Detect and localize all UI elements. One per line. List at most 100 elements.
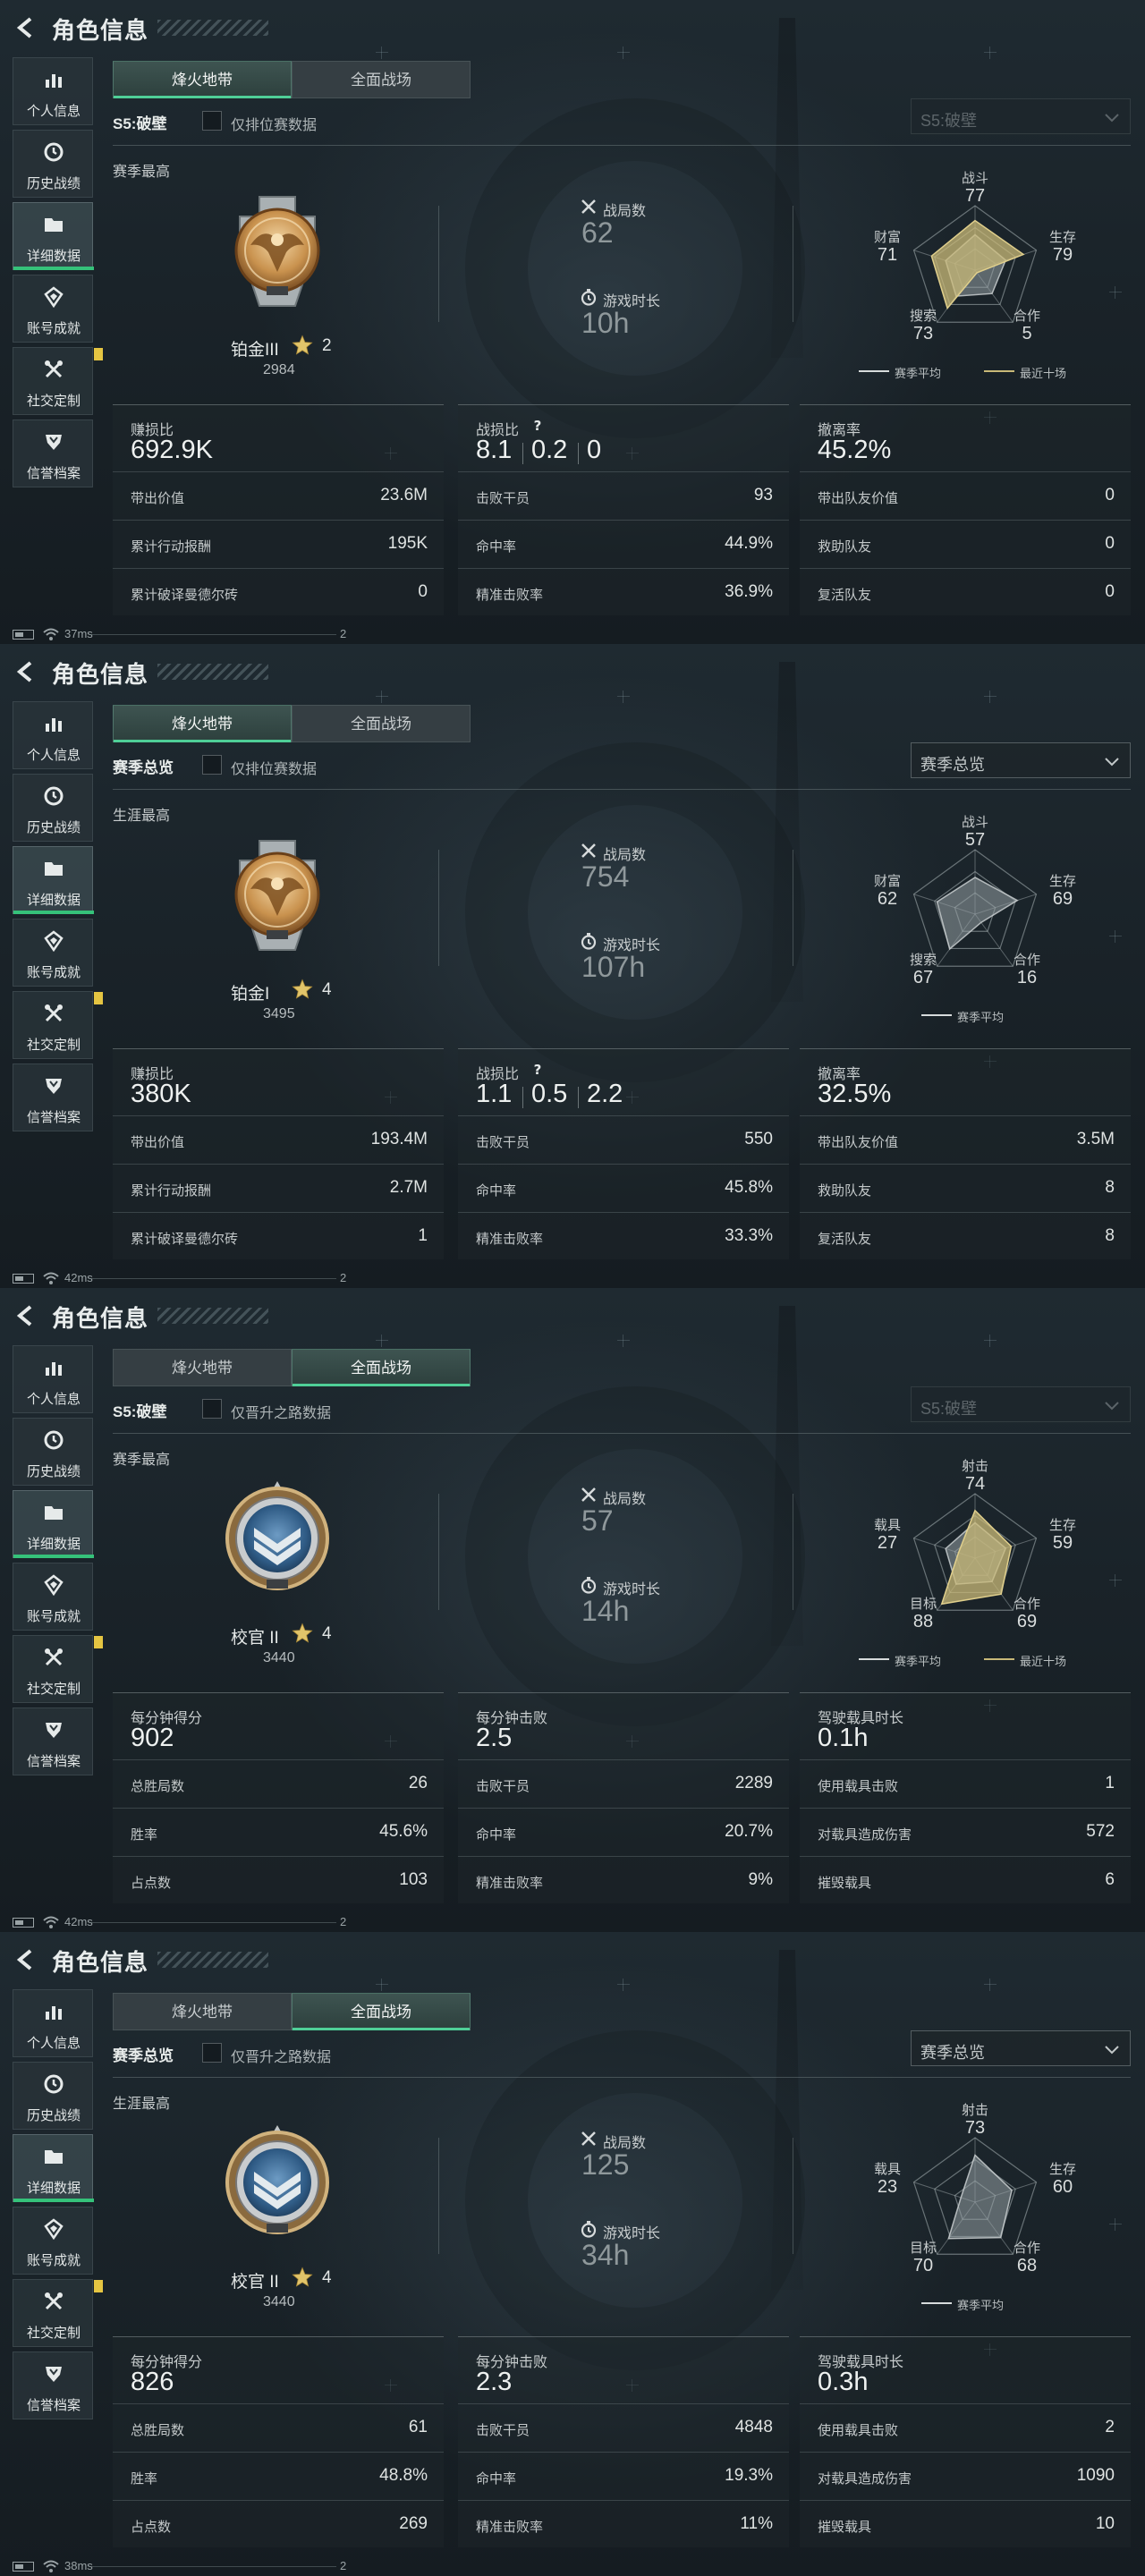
sidebar-item-social-custom[interactable]: 社交定制 xyxy=(13,347,103,415)
radar-axis-label: 合作 xyxy=(1013,309,1040,324)
back-arrow-icon[interactable] xyxy=(13,1302,39,1329)
back-arrow-icon[interactable] xyxy=(13,14,39,41)
stat-row-value: 44.9% xyxy=(725,534,773,553)
filter-checkbox[interactable] xyxy=(202,755,222,775)
stat-panel-main-value: 45.2% xyxy=(818,436,892,464)
sidebar-item-reputation[interactable]: 信誉档案 xyxy=(13,419,93,487)
stopwatch-icon xyxy=(580,2220,598,2238)
stat-row-label: 占点数 xyxy=(131,1876,172,1891)
season-select[interactable]: S5:破壁 xyxy=(911,98,1131,134)
sidebar-item-reputation[interactable]: 信誉档案 xyxy=(13,2351,93,2419)
back-arrow-icon[interactable] xyxy=(13,1946,39,1973)
sidebar-item-reputation[interactable]: 信誉档案 xyxy=(13,1707,93,1775)
sidebar-item-profile[interactable]: 个人信息 xyxy=(13,701,93,769)
season-select[interactable]: 赛季总览 xyxy=(911,2030,1131,2066)
season-select[interactable]: 赛季总览 xyxy=(911,742,1131,778)
sidebar-item-label: 社交定制 xyxy=(26,1038,81,1053)
stat-row: 击败干员 2289 xyxy=(458,1759,789,1808)
notification-badge xyxy=(94,348,103,360)
shield-rank-icon xyxy=(43,431,64,453)
stat-row-value: 61 xyxy=(408,2418,428,2436)
stat-row-value: 10 xyxy=(1095,2514,1115,2533)
legend-swatch xyxy=(984,1658,1014,1660)
stat-row-value: 48.8% xyxy=(379,2466,428,2485)
battery-icon xyxy=(13,1918,34,1928)
help-question-icon[interactable]: ? xyxy=(530,1062,546,1078)
tab-full-battlefield[interactable]: 全面战场 xyxy=(292,705,471,742)
status-tail-value: 2 xyxy=(340,1915,347,1928)
stat-row-label: 命中率 xyxy=(476,1827,517,1843)
stat-row-value: 8 xyxy=(1105,1226,1115,1245)
sidebar-item-history[interactable]: 历史战绩 xyxy=(13,130,93,198)
sidebar-item-achievements[interactable]: 账号成就 xyxy=(13,2207,93,2275)
stat-row: 摧毁载具 10 xyxy=(800,2500,1131,2548)
star-icon xyxy=(292,979,313,1000)
stat-row: 命中率 20.7% xyxy=(458,1808,789,1856)
radar-axis-value: 57 xyxy=(964,830,986,850)
back-arrow-icon[interactable] xyxy=(13,658,39,685)
background-arc xyxy=(465,742,805,1082)
sidebar-item-achievements[interactable]: 账号成就 xyxy=(13,919,93,987)
stat-row-value: 4848 xyxy=(734,2418,773,2436)
tab-full-battlefield[interactable]: 全面战场 xyxy=(292,61,471,98)
character-info-screen: 角色信息 个人信息 历史战绩 详细数据 账号成就 社交定制 信誉档案 烽火地带 全面战场 赛季总览… xyxy=(0,644,1145,1288)
sidebar-item-detailed-data[interactable]: 详细数据 xyxy=(13,846,94,914)
custom-tools-icon xyxy=(43,359,64,380)
stat-row-label: 精准击败率 xyxy=(476,588,544,603)
filter-checkbox[interactable] xyxy=(202,1399,222,1419)
sidebar-item-history[interactable]: 历史战绩 xyxy=(13,774,93,842)
legend-swatch xyxy=(859,1658,889,1660)
stat-row: 精准击败率 11% xyxy=(458,2500,789,2548)
tab-warzone[interactable]: 烽火地带 xyxy=(113,705,292,742)
sidebar-item-social-custom[interactable]: 社交定制 xyxy=(13,991,103,1059)
stat-row-label: 对载具造成伤害 xyxy=(818,2471,912,2487)
matches-value: 125 xyxy=(581,2148,630,2181)
sidebar-item-achievements[interactable]: 账号成就 xyxy=(13,275,93,343)
stat-row-label: 精准击败率 xyxy=(476,1876,544,1891)
radar-axis-label: 生存 xyxy=(1048,230,1076,245)
sidebar-item-label: 个人信息 xyxy=(26,1392,81,1407)
tab-full-battlefield[interactable]: 全面战场 xyxy=(292,1349,471,1386)
background-crosshair-mark xyxy=(1109,930,1122,943)
rank-name: 铂金III xyxy=(231,341,279,360)
help-question-icon[interactable]: ? xyxy=(530,418,546,434)
sidebar-item-detailed-data[interactable]: 详细数据 xyxy=(13,202,94,270)
filter-checkbox-label: 仅晋升之路数据 xyxy=(231,1406,332,1421)
tab-warzone[interactable]: 烽火地带 xyxy=(113,1349,292,1386)
sidebar-item-profile[interactable]: 个人信息 xyxy=(13,1345,93,1413)
radar-chart: 射击 74 生存 59 合作 69 目标 88 载具 27 xyxy=(859,1449,1091,1664)
sidebar-item-social-custom[interactable]: 社交定制 xyxy=(13,2279,103,2347)
title-stripe-decoration xyxy=(157,664,268,680)
filter-checkbox[interactable] xyxy=(202,111,222,131)
sidebar-item-profile[interactable]: 个人信息 xyxy=(13,1989,93,2057)
sidebar-item-detailed-data[interactable]: 详细数据 xyxy=(13,1490,94,1558)
matches-value: 57 xyxy=(581,1504,614,1537)
sidebar-item-reputation[interactable]: 信誉档案 xyxy=(13,1063,93,1131)
stat-row-label: 带出队友价值 xyxy=(818,1135,899,1150)
background-crosshair-mark xyxy=(1109,2218,1122,2231)
tab-full-battlefield[interactable]: 全面战场 xyxy=(292,1993,471,2030)
radar-chart: 战斗 57 生存 69 合作 16 搜索 67 财富 62 xyxy=(859,805,1091,1020)
tab-warzone[interactable]: 烽火地带 xyxy=(113,61,292,98)
wifi-icon xyxy=(43,2559,59,2573)
sidebar-item-label: 详细数据 xyxy=(26,1537,81,1552)
radar-axis-value: 5 xyxy=(1022,324,1032,343)
sidebar-item-history[interactable]: 历史战绩 xyxy=(13,1418,93,1486)
header-divider xyxy=(113,2077,1131,2078)
stat-row-label: 带出价值 xyxy=(131,491,185,506)
radar-axis-label: 射击 xyxy=(961,2103,988,2118)
season-select[interactable]: S5:破壁 xyxy=(911,1386,1131,1422)
sidebar-item-profile[interactable]: 个人信息 xyxy=(13,57,93,125)
status-tail-value: 2 xyxy=(340,1271,347,1284)
filter-checkbox[interactable] xyxy=(202,2043,222,2063)
sidebar-item-achievements[interactable]: 账号成就 xyxy=(13,1563,93,1631)
notification-badge xyxy=(94,992,103,1004)
tab-warzone[interactable]: 烽火地带 xyxy=(113,1993,292,2030)
rank-star-count: 2 xyxy=(322,336,332,355)
sidebar-item-social-custom[interactable]: 社交定制 xyxy=(13,1635,103,1703)
sidebar-item-detailed-data[interactable]: 详细数据 xyxy=(13,2134,94,2202)
stat-row-label: 摧毁载具 xyxy=(818,1876,872,1891)
sidebar-item-history[interactable]: 历史战绩 xyxy=(13,2062,93,2130)
sidebar-item-label: 账号成就 xyxy=(26,321,81,336)
custom-tools-icon xyxy=(43,1003,64,1024)
